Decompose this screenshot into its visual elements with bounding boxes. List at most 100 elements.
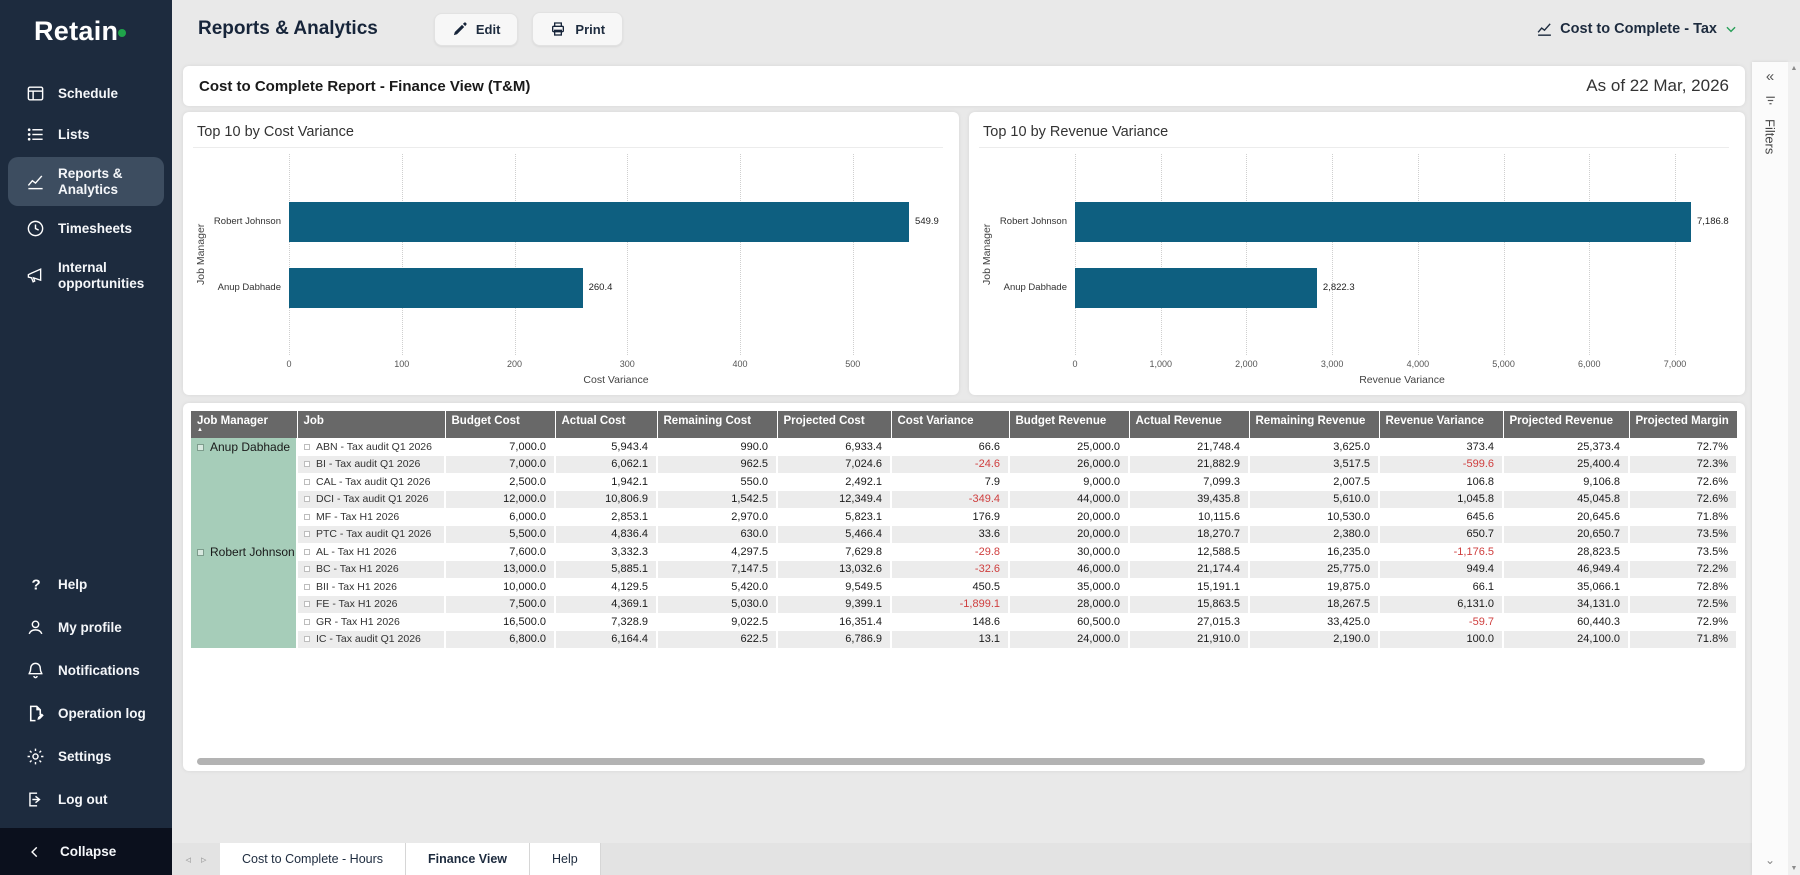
x-axis-ticks: 0 100 200 300 400 500 bbox=[286, 355, 943, 372]
value-cell: 7,600.0 bbox=[445, 543, 556, 561]
edit-button[interactable]: Edit bbox=[433, 12, 519, 46]
value-cell: 20,000.0 bbox=[1009, 525, 1130, 543]
column-header[interactable]: Projected Cost bbox=[777, 411, 892, 438]
expand-icon[interactable] bbox=[304, 618, 310, 625]
job-cell[interactable]: GR - Tax H1 2026 bbox=[297, 613, 446, 631]
job-name: PTC - Tax audit Q1 2026 bbox=[316, 528, 432, 541]
tab-help[interactable]: Help bbox=[530, 843, 601, 875]
bar[interactable] bbox=[1075, 201, 1691, 242]
job-cell[interactable]: BI - Tax audit Q1 2026 bbox=[297, 455, 446, 473]
job-manager-cell[interactable]: Robert Johnson bbox=[191, 543, 298, 648]
report-table-card: Job Manager ▲ Job Budget Cost Actual Cost Rem… bbox=[183, 403, 1745, 771]
sidebar-item-timesheets[interactable]: Timesheets bbox=[8, 210, 164, 247]
report-selector-dropdown[interactable]: Cost to Complete - Tax bbox=[1536, 21, 1738, 38]
bar[interactable] bbox=[289, 267, 583, 308]
sidebar-item-log-out[interactable]: Log out bbox=[8, 781, 164, 818]
sidebar-item-schedule[interactable]: Schedule bbox=[8, 75, 164, 112]
expand-icon[interactable] bbox=[304, 478, 310, 485]
job-manager-cell[interactable]: Anup Dabhade bbox=[191, 438, 298, 543]
value-cell: 650.7 bbox=[1379, 525, 1504, 543]
vertical-scrollbar[interactable]: ▲ ▼ bbox=[1788, 62, 1800, 875]
column-header[interactable]: Job Manager ▲ bbox=[191, 411, 298, 438]
filter-icon[interactable] bbox=[1764, 94, 1777, 107]
job-cell[interactable]: ABN - Tax audit Q1 2026 bbox=[297, 438, 446, 456]
value-cell: 39,435.8 bbox=[1129, 490, 1250, 508]
job-name: BC - Tax H1 2026 bbox=[316, 563, 399, 576]
expand-icon[interactable] bbox=[304, 513, 310, 520]
sidebar-item-notifications[interactable]: Notifications bbox=[8, 652, 164, 689]
bar-row: 549.9 bbox=[289, 201, 943, 242]
value-cell: -29.8 bbox=[891, 543, 1010, 561]
expand-icon[interactable] bbox=[304, 601, 310, 608]
sidebar-item-help[interactable]: ? Help bbox=[8, 566, 164, 603]
scroll-down-arrow-icon[interactable]: ▼ bbox=[1791, 865, 1798, 872]
job-cell[interactable]: AL - Tax H1 2026 bbox=[297, 543, 446, 561]
job-cell[interactable]: IC - Tax audit Q1 2026 bbox=[297, 630, 446, 648]
expand-icon[interactable] bbox=[304, 636, 310, 643]
column-header[interactable]: Revenue Variance bbox=[1379, 411, 1504, 438]
job-cell[interactable]: DCI - Tax audit Q1 2026 bbox=[297, 490, 446, 508]
expand-icon[interactable] bbox=[304, 443, 310, 450]
job-cell[interactable]: PTC - Tax audit Q1 2026 bbox=[297, 525, 446, 543]
sidebar-item-settings[interactable]: Settings bbox=[8, 738, 164, 775]
value-cell: 12,000.0 bbox=[445, 490, 556, 508]
value-cell: 21,748.4 bbox=[1129, 438, 1250, 456]
sidebar-item-my-profile[interactable]: My profile bbox=[8, 609, 164, 646]
value-cell: 6,786.9 bbox=[777, 630, 892, 648]
value-cell: 5,466.4 bbox=[777, 525, 892, 543]
column-header[interactable]: Cost Variance bbox=[891, 411, 1010, 438]
expand-icon[interactable] bbox=[197, 444, 204, 451]
column-header[interactable]: Remaining Revenue bbox=[1249, 411, 1380, 438]
tab-cost-to-complete-hours[interactable]: Cost to Complete - Hours bbox=[220, 843, 407, 875]
print-button[interactable]: Print bbox=[532, 12, 624, 46]
scroll-up-arrow-icon[interactable]: ▲ bbox=[1791, 65, 1798, 72]
value-cell: 16,235.0 bbox=[1249, 543, 1380, 561]
table-row: BII - Tax H1 2026 10,000.0 4,129.5 5,420.0 9… bbox=[191, 578, 1738, 596]
tab-nav-left-icon[interactable]: ◃ bbox=[185, 853, 191, 866]
expand-icon[interactable] bbox=[304, 566, 310, 573]
value-cell: 66.1 bbox=[1379, 578, 1504, 596]
bar[interactable] bbox=[1075, 267, 1317, 308]
expand-icon[interactable] bbox=[304, 531, 310, 538]
column-header[interactable]: Actual Cost bbox=[555, 411, 658, 438]
expand-icon[interactable] bbox=[304, 583, 310, 590]
job-cell[interactable]: MF - Tax H1 2026 bbox=[297, 508, 446, 526]
value-cell: 60,500.0 bbox=[1009, 613, 1130, 631]
sidebar-item-reports-analytics[interactable]: Reports & Analytics bbox=[8, 157, 164, 207]
sidebar-collapse-button[interactable]: Collapse bbox=[0, 828, 172, 875]
value-cell: 7,328.9 bbox=[555, 613, 658, 631]
sidebar-item-lists[interactable]: Lists bbox=[8, 116, 164, 153]
expand-icon[interactable] bbox=[304, 548, 310, 555]
column-header[interactable]: Projected Revenue bbox=[1503, 411, 1630, 438]
collapse-label: Collapse bbox=[60, 844, 117, 859]
column-header[interactable]: Budget Cost bbox=[445, 411, 556, 438]
tab-finance-view[interactable]: Finance View bbox=[406, 843, 530, 875]
value-cell: 16,500.0 bbox=[445, 613, 556, 631]
column-header[interactable]: Budget Revenue bbox=[1009, 411, 1130, 438]
expand-icon[interactable] bbox=[304, 461, 310, 468]
value-cell: -1,899.1 bbox=[891, 595, 1010, 613]
expand-icon[interactable] bbox=[304, 496, 310, 503]
scroll-down-icon[interactable]: ⌄ bbox=[1765, 853, 1775, 867]
sidebar-item-internal-opportunities[interactable]: Internal opportunities bbox=[8, 251, 164, 300]
bar[interactable] bbox=[289, 201, 910, 242]
column-header[interactable]: Projected Margin bbox=[1629, 411, 1738, 438]
value-cell: 6,164.4 bbox=[555, 630, 658, 648]
job-cell[interactable]: BC - Tax H1 2026 bbox=[297, 560, 446, 578]
expand-icon[interactable] bbox=[197, 549, 204, 556]
horizontal-scrollbar-thumb[interactable] bbox=[197, 758, 1705, 765]
x-tick-label: 7,000 bbox=[1663, 359, 1687, 369]
expand-filters-icon[interactable]: « bbox=[1766, 69, 1774, 84]
sidebar-item-operation-log[interactable]: Operation log bbox=[8, 695, 164, 732]
job-cell[interactable]: FE - Tax H1 2026 bbox=[297, 595, 446, 613]
job-name: BII - Tax H1 2026 bbox=[316, 580, 397, 593]
column-header[interactable]: Job bbox=[297, 411, 446, 438]
lists-icon bbox=[26, 125, 45, 144]
tab-nav-right-icon[interactable]: ▹ bbox=[201, 853, 207, 866]
help-icon: ? bbox=[26, 575, 45, 594]
column-header[interactable]: Remaining Cost bbox=[657, 411, 778, 438]
job-cell[interactable]: BII - Tax H1 2026 bbox=[297, 578, 446, 596]
column-header[interactable]: Actual Revenue bbox=[1129, 411, 1250, 438]
value-cell: 24,000.0 bbox=[1009, 630, 1130, 648]
job-cell[interactable]: CAL - Tax audit Q1 2026 bbox=[297, 473, 446, 491]
